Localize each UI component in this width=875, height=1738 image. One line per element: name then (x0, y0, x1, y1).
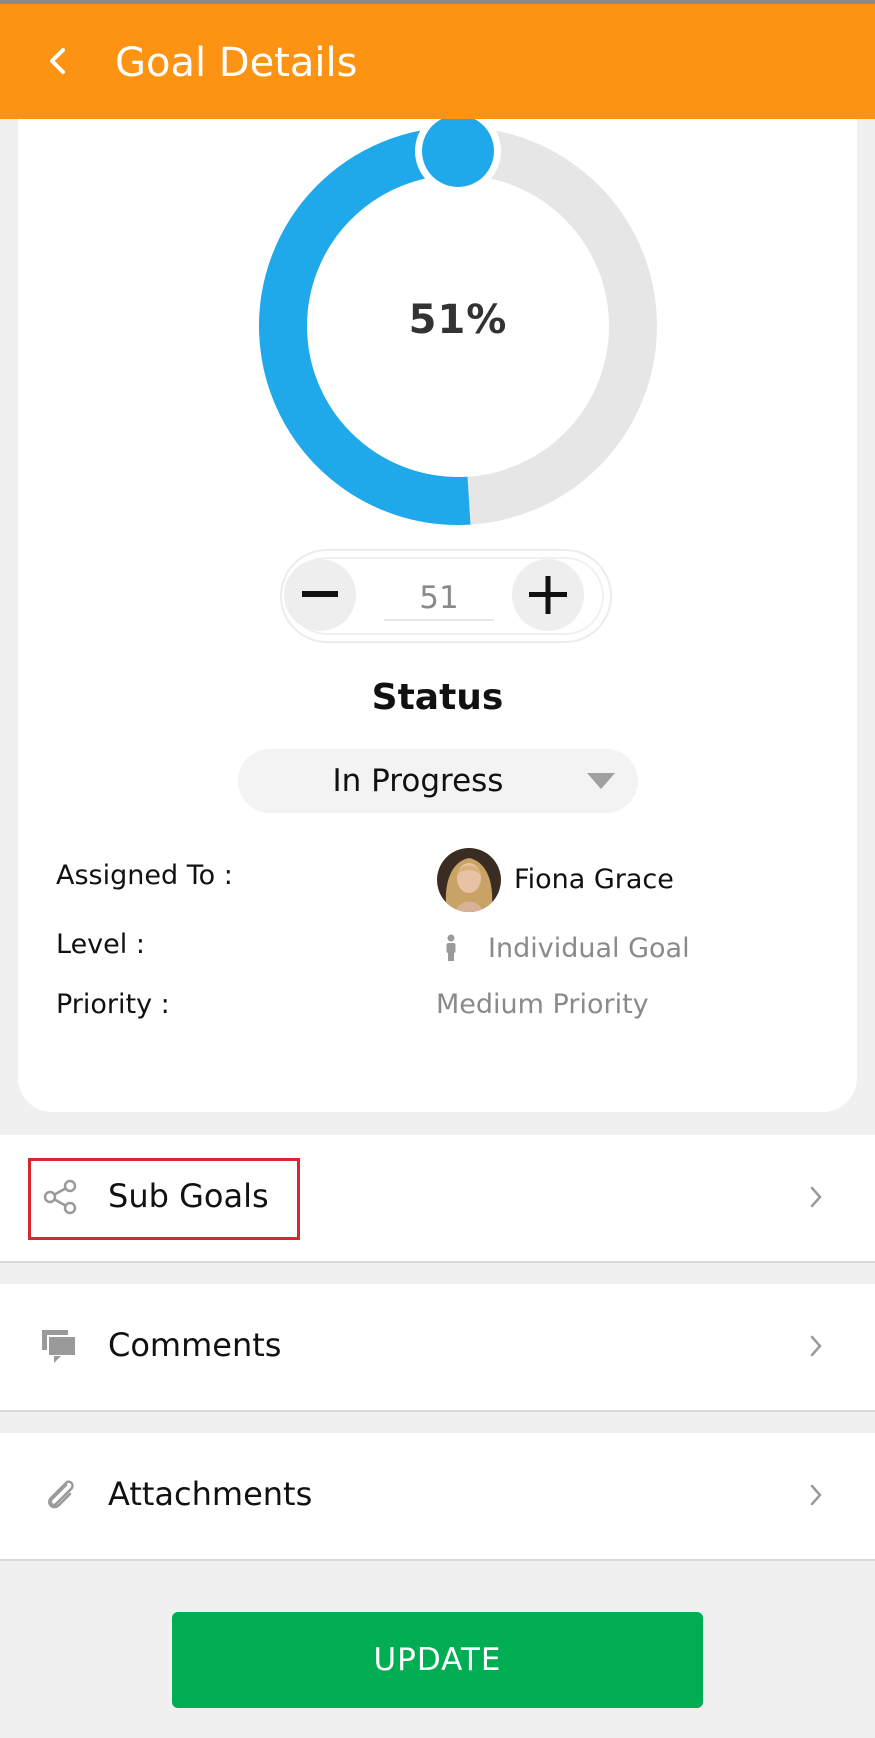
chevron-right-icon (810, 1484, 822, 1506)
chevron-right-icon (810, 1186, 822, 1208)
paperclip-icon (48, 1480, 74, 1509)
page-title: Goal Details (115, 40, 358, 86)
chevron-right-icon (810, 1335, 822, 1357)
plus-icon (529, 576, 567, 614)
progress-percent: 51% (408, 297, 508, 343)
attachments-label: Attachments (108, 1475, 313, 1513)
caret-down-icon (587, 773, 615, 789)
back-button[interactable] (38, 30, 78, 92)
minus-icon (302, 591, 338, 597)
level-label: Level : (56, 929, 145, 960)
assignee-name: Fiona Grace (514, 864, 674, 895)
update-button[interactable]: UPDATE (172, 1612, 703, 1708)
chevron-left-icon (50, 48, 65, 74)
increment-button[interactable] (512, 559, 584, 631)
sub-goals-highlight (28, 1158, 300, 1240)
priority-label: Priority : (56, 989, 170, 1020)
status-selected-value: In Progress (332, 763, 504, 799)
assigned-to-label: Assigned To : (56, 860, 233, 891)
progress-value-input[interactable]: 51 (384, 575, 494, 621)
comment-icon (42, 1330, 77, 1363)
progress-gauge[interactable]: 51% (238, 119, 678, 539)
level-value: Individual Goal (488, 933, 690, 964)
attachments-row[interactable]: Attachments (0, 1433, 875, 1561)
status-heading: Status (371, 677, 504, 718)
comments-label: Comments (108, 1326, 282, 1364)
person-icon (446, 934, 456, 961)
comments-row[interactable]: Comments (0, 1284, 875, 1412)
priority-value: Medium Priority (436, 989, 649, 1020)
avatar (437, 848, 501, 912)
app-bar: Goal Details (0, 4, 875, 119)
decrement-button[interactable] (284, 559, 356, 631)
goal-summary-card: 51% 51 Status In Progress Assigned To : … (18, 119, 857, 1112)
status-dropdown[interactable]: In Progress (238, 749, 638, 813)
